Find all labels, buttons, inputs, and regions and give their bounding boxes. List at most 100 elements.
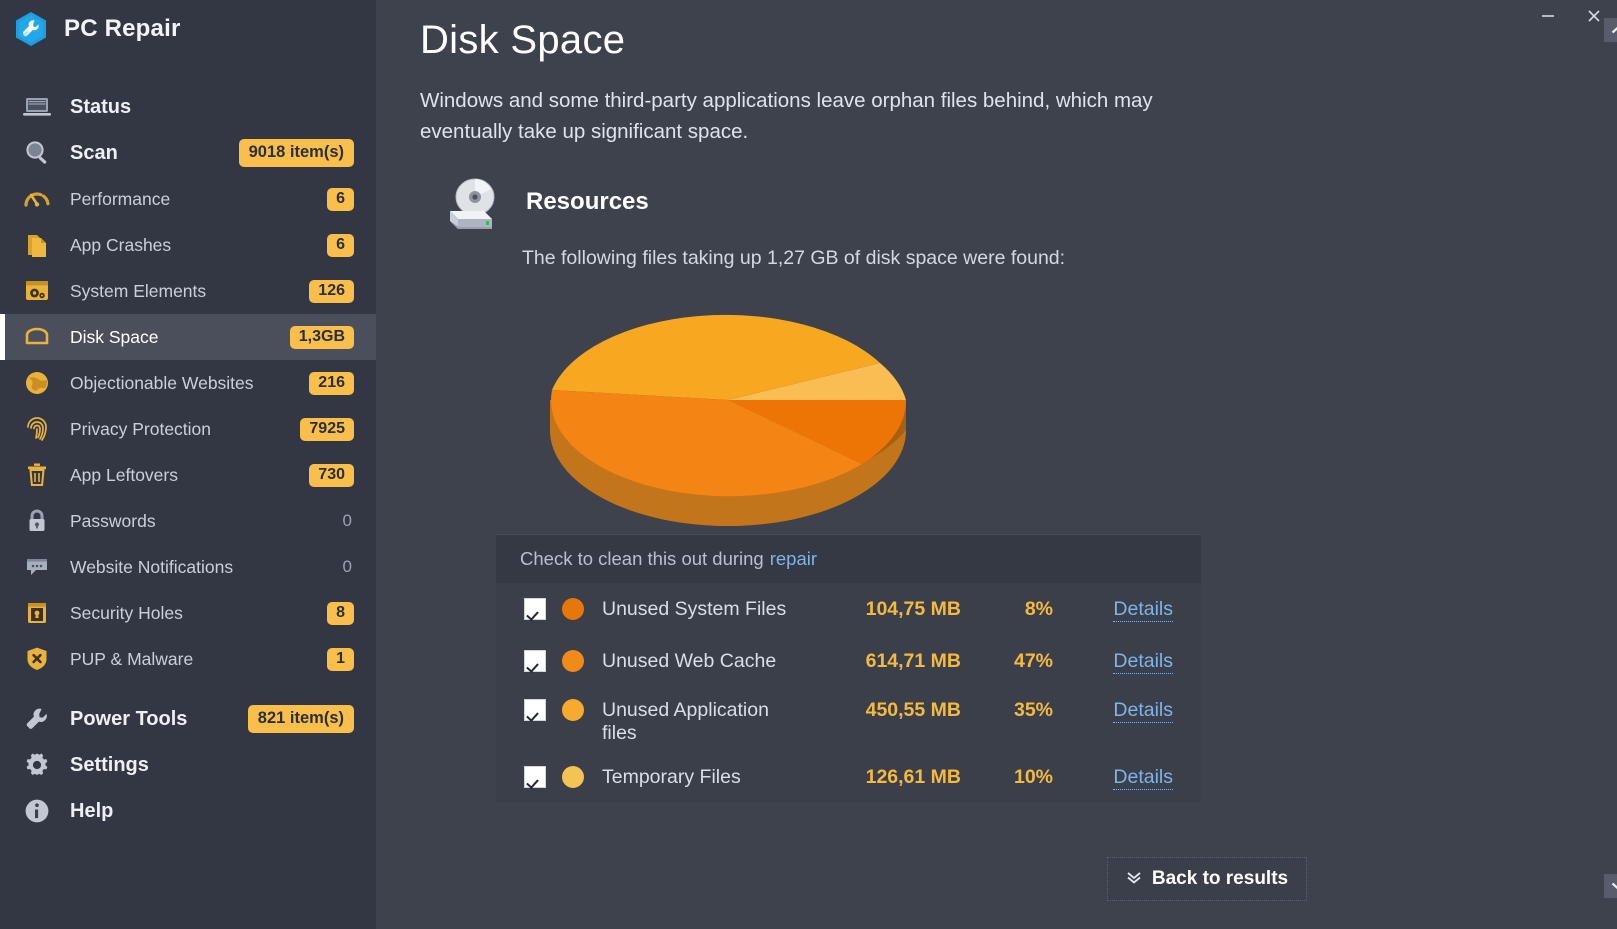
table-row[interactable]: Temporary Files 126,61 MB 10% Details — [496, 751, 1201, 803]
table-header-text: Check to clean this out during — [520, 548, 764, 570]
chat-bubble-icon — [22, 552, 52, 582]
sidebar-item-settings[interactable]: Settings — [0, 742, 376, 788]
sidebar-nav: Status Scan 9018 item(s) — [0, 84, 376, 834]
row-percent: 10% — [961, 766, 1053, 789]
disk-usage-pie-chart — [550, 278, 970, 528]
minimize-button[interactable] — [1525, 0, 1571, 32]
laptop-icon — [22, 92, 52, 122]
back-to-results-button[interactable]: Back to results — [1107, 857, 1307, 901]
back-to-results-label: Back to results — [1152, 868, 1288, 890]
sidebar-item-badge: 821 item(s) — [248, 705, 354, 733]
globe-icon — [22, 368, 52, 398]
keyhole-window-icon — [22, 598, 52, 628]
info-icon — [22, 796, 52, 826]
row-size: 614,71 MB — [811, 650, 961, 673]
legend-color-dot — [562, 650, 584, 672]
hard-drive-icon — [22, 322, 52, 352]
brand-title: PC Repair — [64, 15, 181, 43]
table-rows: Unused System Files 104,75 MB 8% Details… — [496, 583, 1201, 803]
scroll-down-button[interactable] — [1604, 874, 1617, 898]
sidebar-item-help[interactable]: Help — [0, 788, 376, 834]
sidebar-item-power-tools[interactable]: Power Tools 821 item(s) — [0, 696, 376, 742]
app-window: PC Repair Status — [0, 0, 1617, 929]
row-percent: 8% — [961, 598, 1053, 621]
double-chevron-down-icon — [1126, 871, 1142, 888]
row-details-link[interactable]: Details — [1053, 650, 1173, 673]
row-percent: 47% — [961, 650, 1053, 673]
row-checkbox[interactable] — [524, 766, 546, 788]
magnifier-icon — [22, 138, 52, 168]
sidebar-item-badge: 730 — [309, 464, 354, 487]
pages-icon — [22, 230, 52, 260]
main-content: Disk Space Windows and some third-party … — [376, 0, 1617, 929]
sidebar-item-security-holes[interactable]: Security Holes 8 — [0, 590, 376, 636]
row-details-link[interactable]: Details — [1053, 699, 1173, 722]
table-row[interactable]: Unused Web Cache 614,71 MB 47% Details — [496, 635, 1201, 687]
sidebar-item-disk-space[interactable]: Disk Space 1,3GB — [0, 314, 376, 360]
row-checkbox[interactable] — [524, 699, 546, 721]
sidebar: PC Repair Status — [0, 0, 376, 929]
sidebar-item-app-crashes[interactable]: App Crashes 6 — [0, 222, 376, 268]
row-details-link[interactable]: Details — [1053, 598, 1173, 621]
cleanup-table: Check to clean this out during repair Un… — [496, 534, 1201, 803]
sidebar-item-badge: 6 — [327, 234, 354, 257]
sidebar-item-system-elements[interactable]: System Elements 126 — [0, 268, 376, 314]
brand: PC Repair — [0, 0, 376, 58]
sidebar-item-label: Passwords — [70, 511, 316, 532]
sidebar-item-badge: 0 — [334, 509, 354, 533]
row-checkbox[interactable] — [524, 650, 546, 672]
sidebar-item-label: Power Tools — [70, 708, 230, 731]
sidebar-item-website-notifications[interactable]: Website Notifications 0 — [0, 544, 376, 590]
shield-x-icon — [22, 644, 52, 674]
row-details-link[interactable]: Details — [1053, 766, 1173, 789]
sidebar-item-passwords[interactable]: Passwords 0 — [0, 498, 376, 544]
sidebar-item-pup-malware[interactable]: PUP & Malware 1 — [0, 636, 376, 682]
sidebar-item-label: Settings — [70, 754, 354, 777]
sidebar-item-label: System Elements — [70, 281, 291, 302]
sidebar-item-badge: 216 — [309, 372, 354, 395]
row-checkbox[interactable] — [524, 598, 546, 620]
sidebar-item-scan[interactable]: Scan 9018 item(s) — [0, 130, 376, 176]
page-title: Disk Space — [420, 18, 1256, 63]
sidebar-item-label: Disk Space — [70, 327, 272, 348]
close-button[interactable] — [1571, 0, 1617, 32]
sidebar-item-badge: 1,3GB — [290, 326, 354, 349]
sidebar-item-label: Help — [70, 800, 354, 823]
chevron-down-icon — [1610, 880, 1617, 892]
sidebar-item-label: Privacy Protection — [70, 419, 282, 440]
sidebar-item-privacy-protection[interactable]: Privacy Protection 7925 — [0, 406, 376, 452]
table-row[interactable]: Unused Application files 450,55 MB 35% D… — [496, 687, 1201, 751]
repair-link[interactable]: repair — [770, 548, 817, 570]
sidebar-item-label: Scan — [70, 142, 221, 165]
optical-disc-drive-icon — [442, 171, 504, 233]
sidebar-item-app-leftovers[interactable]: App Leftovers 730 — [0, 452, 376, 498]
page-body: Disk Space Windows and some third-party … — [376, 0, 1256, 803]
gear-icon — [22, 750, 52, 780]
row-name: Unused Web Cache — [602, 650, 811, 672]
legend-color-dot — [562, 699, 584, 721]
row-size: 450,55 MB — [811, 699, 961, 722]
legend-color-dot — [562, 766, 584, 788]
row-name: Temporary Files — [602, 766, 811, 788]
sidebar-item-label: Status — [70, 96, 354, 119]
page-description: Windows and some third-party application… — [420, 85, 1180, 147]
sidebar-item-label: PUP & Malware — [70, 649, 309, 670]
window-controls — [1477, 0, 1617, 32]
sidebar-item-objectionable-websites[interactable]: Objectionable Websites 216 — [0, 360, 376, 406]
legend-color-dot — [562, 598, 584, 620]
sidebar-item-badge: 9018 item(s) — [239, 139, 354, 167]
sidebar-item-label: Security Holes — [70, 603, 309, 624]
sidebar-item-label: App Leftovers — [70, 465, 291, 486]
sidebar-item-badge: 6 — [327, 188, 354, 211]
fingerprint-icon — [22, 414, 52, 444]
sidebar-item-performance[interactable]: Performance 6 — [0, 176, 376, 222]
sidebar-item-label: App Crashes — [70, 235, 309, 256]
table-row[interactable]: Unused System Files 104,75 MB 8% Details — [496, 583, 1201, 635]
sidebar-item-label: Objectionable Websites — [70, 373, 291, 394]
wrench-icon — [22, 704, 52, 734]
resources-header: Resources — [442, 171, 1256, 233]
row-name: Unused System Files — [602, 598, 811, 620]
row-percent: 35% — [961, 699, 1053, 722]
sidebar-item-status[interactable]: Status — [0, 84, 376, 130]
sidebar-item-label: Performance — [70, 189, 309, 210]
